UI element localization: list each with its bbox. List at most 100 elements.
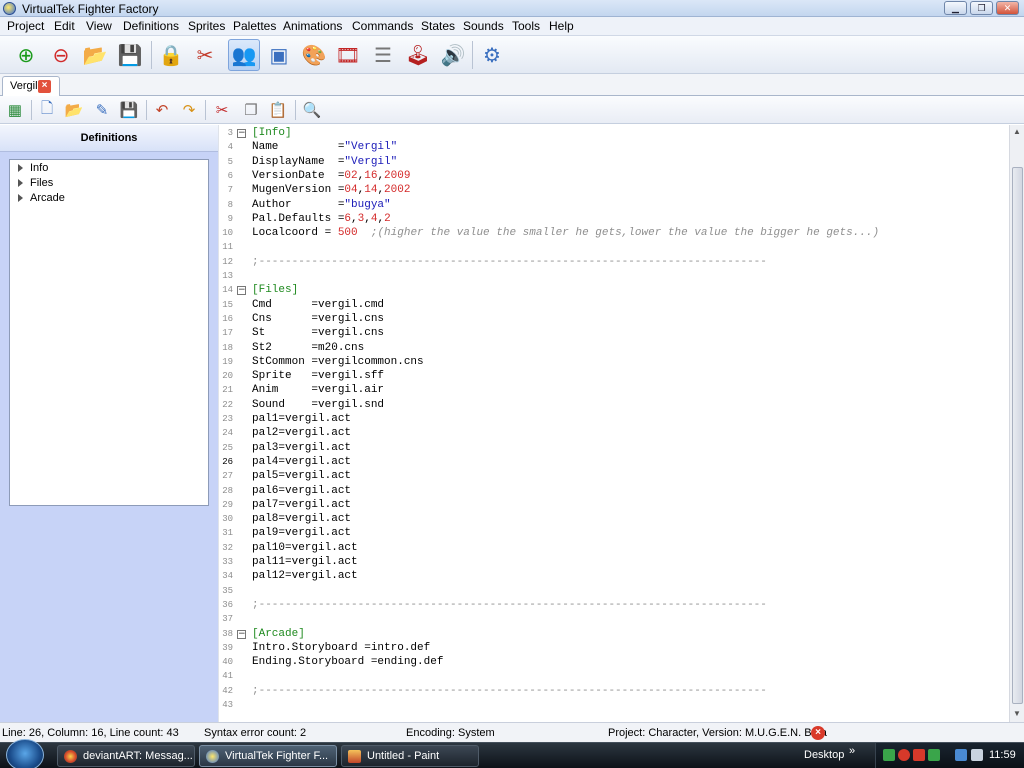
code-line[interactable]: St2 =m20.cns [252,341,364,355]
code-line[interactable]: Anim =vergil.air [252,383,384,397]
tray-volume-icon[interactable] [971,749,983,761]
code-line[interactable]: ;---------------------------------------… [252,684,767,698]
desktop-toolbar-label[interactable]: Desktop [804,749,844,761]
code-line[interactable]: Pal.Defaults =6,3,4,2 [252,212,391,226]
open-folder-icon[interactable]: 📂 [79,39,111,71]
calculator-icon[interactable]: ▦ [4,99,26,121]
menu-edit[interactable]: Edit [54,19,75,33]
taskbar-item-paint[interactable]: Untitled - Paint [341,745,479,767]
menu-sounds[interactable]: Sounds [463,19,504,33]
tree-node-arcade[interactable]: Arcade [18,192,65,204]
save-disk-icon[interactable]: 💾 [114,39,146,71]
code-line[interactable]: pal11=vergil.act [252,555,358,569]
sounds-speaker-icon[interactable]: 🔊 [437,39,469,71]
code-line[interactable]: [Arcade] [252,627,305,641]
code-line[interactable]: St =vergil.cns [252,326,384,340]
code-line[interactable]: ;---------------------------------------… [252,598,767,612]
close-project-icon[interactable]: ⊖ [45,39,77,71]
save-file-icon[interactable]: 💾 [118,99,140,121]
chevron-icon[interactable]: » [849,745,855,757]
code-line[interactable]: pal5=vergil.act [252,469,351,483]
tray-update-icon[interactable] [928,749,940,761]
code-line[interactable]: Localcoord = 500 ;(higher the value the … [252,226,879,240]
cut-icon[interactable]: ✂ [211,99,233,121]
menu-commands[interactable]: Commands [352,19,413,33]
close-window-button[interactable]: ✕ [996,1,1019,15]
palette-icon[interactable]: 🎨 [298,39,330,71]
error-icon[interactable]: × [811,726,825,740]
tools-wizard-icon[interactable]: ⚙ [476,39,508,71]
sprites-picture-icon[interactable]: ▣ [263,39,295,71]
vertical-scrollbar[interactable]: ▲ ▼ [1009,125,1024,722]
close-tab-icon[interactable]: × [38,80,51,93]
tray-display-icon[interactable] [955,749,967,761]
tab-vergil[interactable]: Vergil × [2,76,60,96]
copy-icon[interactable]: ❐ [240,99,262,121]
taskbar-item-fighter-factory[interactable]: VirtualTek Fighter F... [199,745,337,767]
code-line[interactable]: Name ="Vergil" [252,140,397,154]
code-line[interactable]: DisplayName ="Vergil" [252,155,397,169]
menu-sprites[interactable]: Sprites [188,19,225,33]
definitions-users-icon[interactable]: 👥 [228,39,260,71]
tree-node-files[interactable]: Files [18,177,53,189]
code-line[interactable]: StCommon =vergilcommon.cns [252,355,424,369]
new-project-icon[interactable]: ⊕ [10,39,42,71]
tree-node-info[interactable]: Info [18,162,48,174]
redo-icon[interactable]: ↷ [178,99,200,121]
code-line[interactable]: Sprite =vergil.sff [252,369,384,383]
code-editor[interactable]: 3 4 5 6 7 8 9 10 11 12 13 14 15 16 17 18 19 20 21 22 23 24 25 2… [218,125,1009,722]
expand-arrow-icon[interactable] [18,164,23,173]
code-line[interactable]: [Info] [252,126,292,140]
new-file-icon[interactable]: 🗋 [36,99,58,121]
fold-collapse-icon[interactable]: − [237,286,246,296]
code-line[interactable]: Cns =vergil.cns [252,312,384,326]
code-line[interactable]: pal9=vergil.act [252,526,351,540]
tray-alert-icon[interactable] [898,749,910,761]
tray-network-icon[interactable] [883,749,895,761]
code-line[interactable]: Cmd =vergil.cmd [252,298,384,312]
expand-arrow-icon[interactable] [18,179,23,188]
code-line[interactable]: pal8=vergil.act [252,512,351,526]
animations-film-icon[interactable]: 🎞 [332,39,364,71]
scroll-thumb[interactable] [1012,167,1023,704]
tools-icon[interactable]: ✂ [189,39,221,71]
minimize-button[interactable]: ▁ [944,1,967,15]
code-line[interactable]: pal10=vergil.act [252,541,358,555]
undo-icon[interactable]: ↶ [151,99,173,121]
code-line[interactable]: Sound =vergil.snd [252,398,384,412]
code-line[interactable]: pal4=vergil.act [252,455,351,469]
code-line[interactable]: pal7=vergil.act [252,498,351,512]
code-line[interactable]: Author ="bugya" [252,198,391,212]
code-line[interactable]: pal6=vergil.act [252,484,351,498]
code-line[interactable]: pal1=vergil.act [252,412,351,426]
expand-arrow-icon[interactable] [18,194,23,203]
menu-help[interactable]: Help [549,19,574,33]
menu-palettes[interactable]: Palettes [233,19,276,33]
start-button[interactable] [6,739,44,768]
menu-project[interactable]: Project [7,19,44,33]
tray-security-icon[interactable] [913,749,925,761]
taskbar-item-deviantart[interactable]: deviantART: Messag... [57,745,195,767]
code-line[interactable]: Ending.Storyboard =ending.def [252,655,443,669]
open-file-icon[interactable]: 📂 [63,99,85,121]
lock-icon[interactable]: 🔒 [155,39,187,71]
code-line[interactable]: pal3=vergil.act [252,441,351,455]
fold-collapse-icon[interactable]: − [237,129,246,138]
code-line[interactable]: MugenVersion =04,14,2002 [252,183,410,197]
menu-tools[interactable]: Tools [512,19,540,33]
fold-collapse-icon[interactable]: − [237,629,246,639]
code-line[interactable]: VersionDate =02,16,2009 [252,169,410,183]
states-joystick-icon[interactable]: 🕹 [402,39,434,71]
edit-file-icon[interactable]: ✎ [91,99,113,121]
maximize-button[interactable]: ❐ [970,1,993,15]
menu-states[interactable]: States [421,19,455,33]
code-line[interactable]: [Files] [252,283,298,297]
menu-view[interactable]: View [86,19,112,33]
code-line[interactable]: pal12=vergil.act [252,569,358,583]
scroll-down-icon[interactable]: ▼ [1012,709,1022,719]
code-line[interactable]: pal2=vergil.act [252,426,351,440]
code-line[interactable]: ;---------------------------------------… [252,255,767,269]
menu-animations[interactable]: Animations [283,19,342,33]
code-line[interactable]: Intro.Storyboard =intro.def [252,641,430,655]
menu-definitions[interactable]: Definitions [123,19,179,33]
